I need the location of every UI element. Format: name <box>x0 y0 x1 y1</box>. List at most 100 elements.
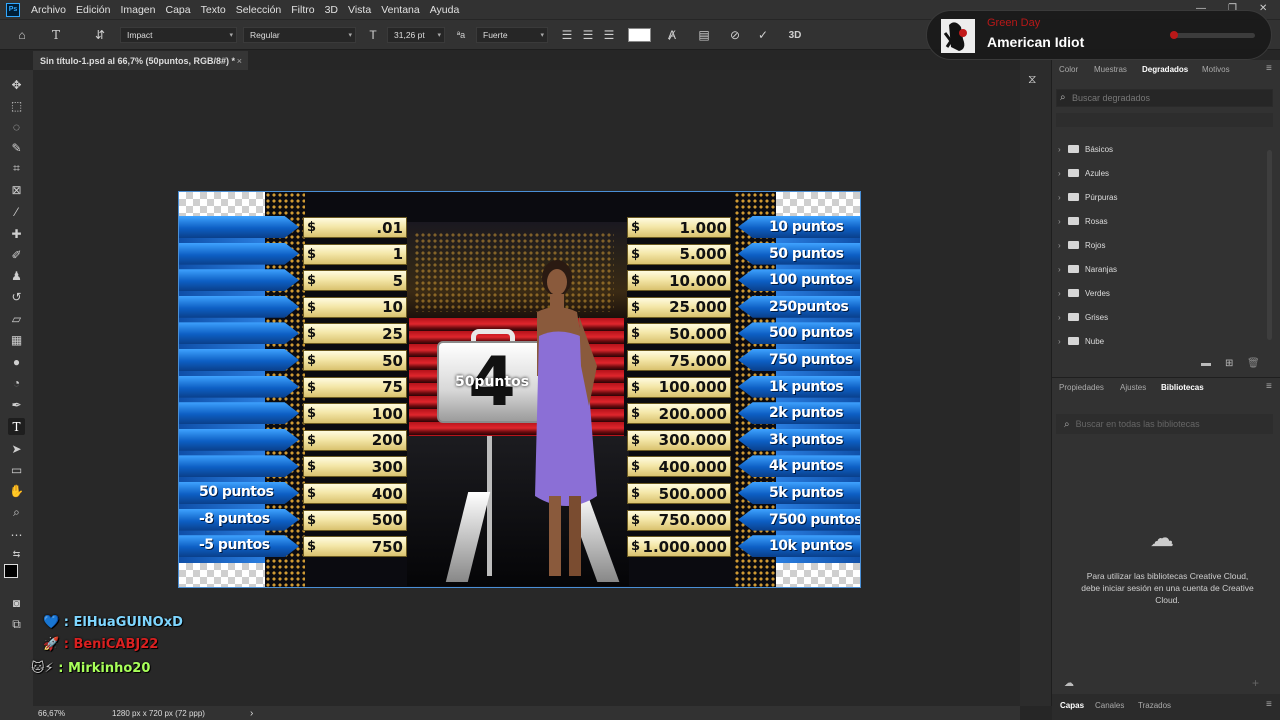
tab-motivos[interactable]: Motivos <box>1202 65 1230 74</box>
tab-degradados[interactable]: Degradados <box>1142 65 1188 74</box>
cancel-icon[interactable]: ⊘ <box>727 26 743 44</box>
cloud-sync-icon[interactable]: ☁ <box>1064 678 1074 689</box>
type-tool-icon[interactable]: T <box>8 418 25 435</box>
new-group-icon[interactable]: ▬ <box>1201 358 1211 369</box>
library-search-input[interactable]: ⌕ Buscar en todas las bibliotecas <box>1056 414 1273 434</box>
gradient-folder[interactable]: › Azules <box>1058 167 1109 179</box>
eyedropper-tool-icon[interactable]: ⁄ <box>8 203 25 220</box>
tab-ajustes[interactable]: Ajustes <box>1120 383 1146 392</box>
menu-edicion[interactable]: Edición <box>76 4 110 16</box>
tab-capas[interactable]: Capas <box>1060 701 1084 710</box>
chevron-right-icon[interactable]: › <box>1058 265 1068 274</box>
blur-tool-icon[interactable]: ● <box>8 353 25 370</box>
brush-tool-icon[interactable]: ✐ <box>8 246 25 263</box>
quick-mask-icon[interactable]: ◙ <box>8 594 25 611</box>
type-tool-preset-icon[interactable]: T <box>48 26 64 44</box>
commit-check-icon[interactable]: ✓ <box>755 26 771 44</box>
scrollbar[interactable] <box>1267 150 1272 340</box>
menu-vista[interactable]: Vista <box>348 4 371 16</box>
close-tab-icon[interactable]: × <box>237 56 242 66</box>
align-center-icon[interactable]: ☰ <box>581 26 595 44</box>
screen-mode-icon[interactable]: ⧉ <box>8 616 25 633</box>
document-tab[interactable]: Sin título-1.psd al 66,7% (50puntos, RGB… <box>33 51 248 70</box>
font-size-select[interactable]: 31,26 pt ▾ <box>387 27 445 43</box>
panel-menu-icon[interactable]: ≡ <box>1266 699 1272 710</box>
gradient-folder[interactable]: › Grises <box>1058 311 1108 323</box>
zoom-tool-icon[interactable]: ⌕ <box>8 504 25 521</box>
text-orientation-icon[interactable]: ⇵ <box>92 26 108 44</box>
antialias-select[interactable]: Fuerte ▾ <box>476 27 548 43</box>
history-panel-icon[interactable]: ⧖ <box>1028 72 1036 87</box>
playback-progress-track[interactable] <box>1170 31 1255 39</box>
tab-propiedades[interactable]: Propiedades <box>1059 383 1104 392</box>
status-menu-arrow[interactable]: › <box>250 708 253 719</box>
path-selection-tool-icon[interactable]: ➤ <box>8 440 25 457</box>
photoshop-logo-icon[interactable]: Ps <box>6 2 20 17</box>
gradient-search-input[interactable]: ⌕ Buscar degradados <box>1056 89 1273 107</box>
chevron-right-icon[interactable]: › <box>1058 145 1068 154</box>
tab-muestras[interactable]: Muestras <box>1094 65 1127 74</box>
tab-canales[interactable]: Canales <box>1095 701 1124 710</box>
clone-stamp-tool-icon[interactable]: ♟ <box>8 267 25 284</box>
move-tool-icon[interactable]: ✥ <box>8 76 25 93</box>
chevron-right-icon[interactable]: › <box>1058 217 1068 226</box>
history-brush-tool-icon[interactable]: ↺ <box>8 288 25 305</box>
default-colors-icon[interactable]: ⇆ <box>8 546 25 563</box>
more-tools-icon[interactable]: ⋯ <box>8 526 25 543</box>
gradient-folder[interactable]: › Nube <box>1058 335 1104 347</box>
delete-icon[interactable]: 🗑 <box>1247 358 1260 369</box>
font-style-select[interactable]: Regular ▾ <box>243 27 356 43</box>
tab-color[interactable]: Color <box>1059 65 1078 74</box>
align-left-icon[interactable]: ☰ <box>560 26 574 44</box>
chevron-right-icon[interactable]: › <box>1058 193 1068 202</box>
gradient-folder[interactable]: › Básicos <box>1058 143 1113 155</box>
chevron-right-icon[interactable]: › <box>1058 289 1068 298</box>
3d-button[interactable]: 3D <box>786 26 804 44</box>
healing-brush-tool-icon[interactable]: ✚ <box>8 225 25 242</box>
menu-texto[interactable]: Texto <box>201 4 226 16</box>
gradient-folder[interactable]: › Naranjas <box>1058 263 1117 275</box>
gradient-folder[interactable]: › Rosas <box>1058 215 1108 227</box>
tab-trazados[interactable]: Trazados <box>1138 701 1171 710</box>
new-gradient-icon[interactable]: ⊞ <box>1225 358 1233 369</box>
gradient-folder[interactable]: › Verdes <box>1058 287 1110 299</box>
menu-filtro[interactable]: Filtro <box>291 4 314 16</box>
text-color-swatch[interactable] <box>628 28 651 42</box>
align-right-icon[interactable]: ☰ <box>602 26 616 44</box>
lasso-tool-icon[interactable]: ◌ <box>8 118 25 135</box>
close-window-icon[interactable]: ✕ <box>1259 3 1267 14</box>
menu-capa[interactable]: Capa <box>166 4 191 16</box>
menu-imagen[interactable]: Imagen <box>120 4 155 16</box>
crop-tool-icon[interactable]: ⌗ <box>8 160 25 177</box>
eraser-tool-icon[interactable]: ▱ <box>8 310 25 327</box>
panel-menu-icon[interactable]: ≡ <box>1266 381 1272 392</box>
foreground-color-swatch[interactable] <box>4 564 18 578</box>
menu-seleccion[interactable]: Selección <box>236 4 282 16</box>
add-library-icon[interactable]: + <box>1252 676 1259 690</box>
menu-ventana[interactable]: Ventana <box>381 4 420 16</box>
chevron-right-icon[interactable]: › <box>1058 241 1068 250</box>
gradient-folder[interactable]: › Rojos <box>1058 239 1105 251</box>
panel-menu-icon[interactable]: ≡ <box>1266 63 1272 74</box>
chevron-right-icon[interactable]: › <box>1058 337 1068 346</box>
menu-archivo[interactable]: Archivo <box>31 4 66 16</box>
gradient-folder[interactable]: › Púrpuras <box>1058 191 1117 203</box>
menu-ayuda[interactable]: Ayuda <box>430 4 460 16</box>
dodge-tool-icon[interactable]: ◔ <box>8 374 25 391</box>
marquee-tool-icon[interactable]: ⬚ <box>8 97 25 114</box>
quick-selection-tool-icon[interactable]: ✎ <box>8 139 25 156</box>
home-icon[interactable]: ⌂ <box>14 26 30 44</box>
chevron-right-icon[interactable]: › <box>1058 313 1068 322</box>
rectangle-tool-icon[interactable]: ▭ <box>8 461 25 478</box>
chevron-right-icon[interactable]: › <box>1058 169 1068 178</box>
frame-tool-icon[interactable]: ⊠ <box>8 181 25 198</box>
playback-progress-handle[interactable] <box>1170 31 1178 39</box>
tab-bibliotecas[interactable]: Bibliotecas <box>1161 383 1204 392</box>
warp-text-icon[interactable]: Ⱥ <box>664 26 680 44</box>
pen-tool-icon[interactable]: ✒ <box>8 396 25 413</box>
hand-tool-icon[interactable]: ✋ <box>8 482 25 499</box>
menu-3d[interactable]: 3D <box>325 4 338 16</box>
character-panel-icon[interactable]: ▤ <box>696 26 712 44</box>
font-family-select[interactable]: Impact ▾ <box>120 27 237 43</box>
gradient-tool-icon[interactable]: ▦ <box>8 331 25 348</box>
